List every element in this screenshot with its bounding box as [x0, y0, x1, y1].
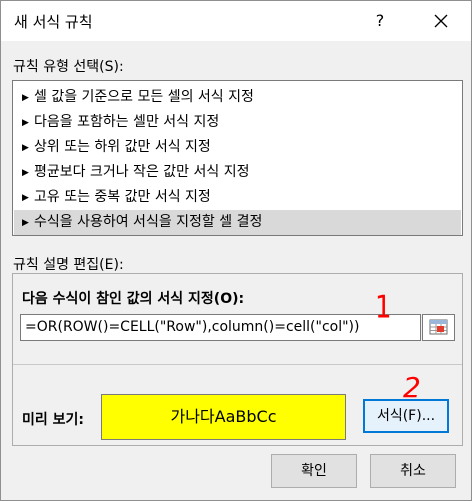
arrow-icon: ▶	[22, 193, 29, 203]
rule-description-label: 규칙 설명 편집(E):	[13, 257, 124, 273]
help-button[interactable]: ?	[369, 9, 391, 33]
rule-type-item-formula[interactable]: ▶ 수식을 사용하여 서식을 지정할 셀 결정	[14, 210, 461, 235]
rule-type-label: 규칙 유형 선택(S):	[13, 59, 124, 75]
rule-type-item-average[interactable]: ▶ 평균보다 크거나 작은 값만 서식 지정	[14, 160, 461, 185]
arrow-icon: ▶	[22, 168, 29, 178]
preview-label: 미리 보기:	[22, 412, 84, 428]
divider	[13, 364, 462, 365]
arrow-icon: ▶	[22, 118, 29, 128]
rule-type-item-top-bottom[interactable]: ▶ 상위 또는 하위 값만 서식 지정	[14, 135, 461, 160]
rule-type-item-contains[interactable]: ▶ 다음을 포함하는 셀만 서식 지정	[14, 110, 461, 135]
cancel-button[interactable]: 취소	[370, 454, 456, 488]
format-button[interactable]: 서식(F)...	[363, 399, 449, 433]
range-select-button[interactable]	[422, 314, 455, 341]
ok-button[interactable]: 확인	[271, 454, 357, 488]
rule-type-item-cell-values[interactable]: ▶ 셀 값을 기준으로 모든 셀의 서식 지정	[14, 85, 461, 110]
arrow-icon: ▶	[22, 218, 29, 228]
formula-label: 다음 수식이 참인 값의 서식 지정(O):	[22, 291, 245, 307]
arrow-icon: ▶	[22, 93, 29, 103]
dialog-title: 새 서식 규칙	[14, 13, 93, 31]
range-select-icon	[429, 319, 448, 335]
format-preview: 가나다AaBbCc	[101, 394, 346, 440]
new-formatting-rule-dialog: 새 서식 규칙 ? 규칙 유형 선택(S): ▶ 셀 값을 기준으로 모든 셀의 …	[0, 0, 472, 501]
rule-type-list[interactable]: ▶ 셀 값을 기준으로 모든 셀의 서식 지정 ▶ 다음을 포함하는 셀만 서식 지…	[12, 80, 463, 236]
annotation-mark-1: 1	[375, 290, 392, 326]
formula-input[interactable]: =OR(ROW()=CELL("Row"),column()=cell("col…	[20, 314, 421, 341]
annotation-mark-2: 2	[403, 371, 421, 404]
title-bar: 새 서식 규칙 ?	[1, 1, 471, 41]
rule-type-item-unique-duplicate[interactable]: ▶ 고유 또는 중복 값만 서식 지정	[14, 185, 461, 210]
close-icon[interactable]	[429, 9, 453, 33]
arrow-icon: ▶	[22, 143, 29, 153]
